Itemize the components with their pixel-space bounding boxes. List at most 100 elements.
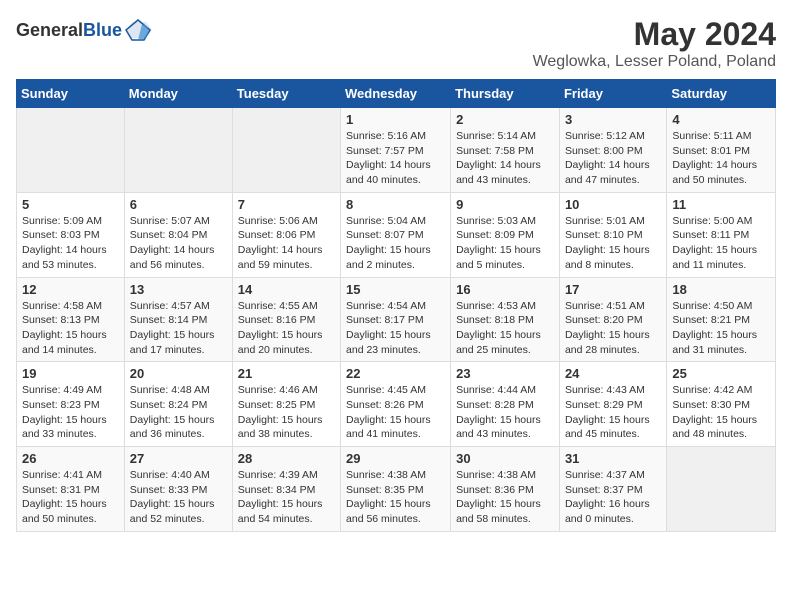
calendar-header-wednesday: Wednesday [341,80,451,108]
calendar-cell: 15 Sunrise: 4:54 AM Sunset: 8:17 PM Dayli… [341,277,451,362]
day-number: 28 [238,451,335,466]
calendar-cell: 27Sunrise: 4:40 AM Sunset: 8:33 PM Dayli… [124,447,232,532]
calendar-cell: 12Sunrise: 4:58 AM Sunset: 8:13 PM Dayli… [17,277,125,362]
calendar-week-row: 19 Sunrise: 4:49 AM Sunset: 8:23 PM Dayli… [17,362,776,447]
calendar-header-friday: Friday [559,80,666,108]
calendar-header-monday: Monday [124,80,232,108]
calendar-header-thursday: Thursday [451,80,560,108]
day-info: Sunrise: 4:58 AM Sunset: 8:13 PM Dayligh… [22,299,119,358]
day-number: 23 [456,366,554,381]
calendar-cell: 14Sunrise: 4:55 AM Sunset: 8:16 PM Dayli… [232,277,340,362]
day-number: 9 [456,197,554,212]
day-info: Sunrise: 4:37 AM Sunset: 8:37 PM Dayligh… [565,468,661,527]
calendar-cell [17,108,125,193]
calendar-header-sunday: Sunday [17,80,125,108]
day-info: Sunrise: 5:03 AM Sunset: 8:09 PM Dayligh… [456,214,554,273]
calendar-cell: 26 Sunrise: 4:41 AM Sunset: 8:31 PM Dayli… [17,447,125,532]
calendar-cell: 19 Sunrise: 4:49 AM Sunset: 8:23 PM Dayli… [17,362,125,447]
calendar-cell: 10 Sunrise: 5:01 AM Sunset: 8:10 PM Dayli… [559,192,666,277]
calendar-cell: 8 Sunrise: 5:04 AM Sunset: 8:07 PM Daylig… [341,192,451,277]
calendar-header-tuesday: Tuesday [232,80,340,108]
page-title: May 2024 [533,16,776,53]
calendar-cell: 6 Sunrise: 5:07 AM Sunset: 8:04 PM Daylig… [124,192,232,277]
day-info: Sunrise: 4:57 AM Sunset: 8:14 PM Dayligh… [130,299,227,358]
calendar-cell: 11 Sunrise: 5:00 AM Sunset: 8:11 PM Dayli… [667,192,776,277]
day-number: 25 [672,366,770,381]
day-info: Sunrise: 4:44 AM Sunset: 8:28 PM Dayligh… [456,383,554,442]
calendar-cell: 22 Sunrise: 4:45 AM Sunset: 8:26 PM Dayli… [341,362,451,447]
day-info: Sunrise: 5:04 AM Sunset: 8:07 PM Dayligh… [346,214,445,273]
day-info: Sunrise: 5:07 AM Sunset: 8:04 PM Dayligh… [130,214,227,273]
day-number: 21 [238,366,335,381]
calendar-cell: 16 Sunrise: 4:53 AM Sunset: 8:18 PM Dayli… [451,277,560,362]
calendar-cell: 28Sunrise: 4:39 AM Sunset: 8:34 PM Dayli… [232,447,340,532]
day-number: 16 [456,282,554,297]
day-info: Sunrise: 5:12 AM Sunset: 8:00 PM Dayligh… [565,129,661,188]
calendar-week-row: 12Sunrise: 4:58 AM Sunset: 8:13 PM Dayli… [17,277,776,362]
day-info: Sunrise: 5:00 AM Sunset: 8:11 PM Dayligh… [672,214,770,273]
calendar-cell: 23 Sunrise: 4:44 AM Sunset: 8:28 PM Dayli… [451,362,560,447]
day-number: 20 [130,366,227,381]
day-info: Sunrise: 5:09 AM Sunset: 8:03 PM Dayligh… [22,214,119,273]
day-info: Sunrise: 4:54 AM Sunset: 8:17 PM Dayligh… [346,299,445,358]
logo-blue: Blue [83,20,122,40]
page-header: GeneralBlue May 2024 Weglowka, Lesser Po… [16,16,776,71]
day-info: Sunrise: 4:53 AM Sunset: 8:18 PM Dayligh… [456,299,554,358]
day-info: Sunrise: 4:45 AM Sunset: 8:26 PM Dayligh… [346,383,445,442]
day-number: 13 [130,282,227,297]
calendar-header-row: SundayMondayTuesdayWednesdayThursdayFrid… [17,80,776,108]
day-number: 11 [672,197,770,212]
calendar-week-row: 26 Sunrise: 4:41 AM Sunset: 8:31 PM Dayli… [17,447,776,532]
day-info: Sunrise: 5:06 AM Sunset: 8:06 PM Dayligh… [238,214,335,273]
day-number: 26 [22,451,119,466]
calendar-cell: 4Sunrise: 5:11 AM Sunset: 8:01 PM Daylig… [667,108,776,193]
title-block: May 2024 Weglowka, Lesser Poland, Poland [533,16,776,71]
day-info: Sunrise: 5:16 AM Sunset: 7:57 PM Dayligh… [346,129,445,188]
logo: GeneralBlue [16,16,152,44]
day-info: Sunrise: 4:49 AM Sunset: 8:23 PM Dayligh… [22,383,119,442]
day-number: 7 [238,197,335,212]
calendar-cell: 13 Sunrise: 4:57 AM Sunset: 8:14 PM Dayli… [124,277,232,362]
day-info: Sunrise: 4:50 AM Sunset: 8:21 PM Dayligh… [672,299,770,358]
day-number: 29 [346,451,445,466]
calendar-cell: 29 Sunrise: 4:38 AM Sunset: 8:35 PM Dayli… [341,447,451,532]
day-info: Sunrise: 5:01 AM Sunset: 8:10 PM Dayligh… [565,214,661,273]
calendar-header-saturday: Saturday [667,80,776,108]
day-number: 18 [672,282,770,297]
calendar-week-row: 1 Sunrise: 5:16 AM Sunset: 7:57 PM Daylig… [17,108,776,193]
day-number: 14 [238,282,335,297]
day-number: 6 [130,197,227,212]
day-number: 19 [22,366,119,381]
day-info: Sunrise: 5:14 AM Sunset: 7:58 PM Dayligh… [456,129,554,188]
calendar-cell: 1 Sunrise: 5:16 AM Sunset: 7:57 PM Daylig… [341,108,451,193]
logo-general: General [16,20,83,40]
page-subtitle: Weglowka, Lesser Poland, Poland [533,53,776,71]
calendar-cell [124,108,232,193]
day-info: Sunrise: 4:38 AM Sunset: 8:35 PM Dayligh… [346,468,445,527]
day-info: Sunrise: 4:42 AM Sunset: 8:30 PM Dayligh… [672,383,770,442]
day-number: 17 [565,282,661,297]
calendar-week-row: 5Sunrise: 5:09 AM Sunset: 8:03 PM Daylig… [17,192,776,277]
logo-icon [124,16,152,44]
calendar-cell: 25 Sunrise: 4:42 AM Sunset: 8:30 PM Dayli… [667,362,776,447]
day-number: 8 [346,197,445,212]
day-number: 3 [565,112,661,127]
calendar-cell: 31 Sunrise: 4:37 AM Sunset: 8:37 PM Dayli… [559,447,666,532]
calendar-cell: 24Sunrise: 4:43 AM Sunset: 8:29 PM Dayli… [559,362,666,447]
calendar-cell: 21Sunrise: 4:46 AM Sunset: 8:25 PM Dayli… [232,362,340,447]
calendar-table: SundayMondayTuesdayWednesdayThursdayFrid… [16,79,776,532]
calendar-cell: 3 Sunrise: 5:12 AM Sunset: 8:00 PM Daylig… [559,108,666,193]
day-number: 31 [565,451,661,466]
day-number: 30 [456,451,554,466]
day-number: 10 [565,197,661,212]
day-info: Sunrise: 4:40 AM Sunset: 8:33 PM Dayligh… [130,468,227,527]
day-number: 2 [456,112,554,127]
day-number: 15 [346,282,445,297]
day-number: 22 [346,366,445,381]
day-number: 1 [346,112,445,127]
day-info: Sunrise: 4:41 AM Sunset: 8:31 PM Dayligh… [22,468,119,527]
day-number: 24 [565,366,661,381]
day-info: Sunrise: 4:51 AM Sunset: 8:20 PM Dayligh… [565,299,661,358]
day-info: Sunrise: 5:11 AM Sunset: 8:01 PM Dayligh… [672,129,770,188]
calendar-cell: 30Sunrise: 4:38 AM Sunset: 8:36 PM Dayli… [451,447,560,532]
